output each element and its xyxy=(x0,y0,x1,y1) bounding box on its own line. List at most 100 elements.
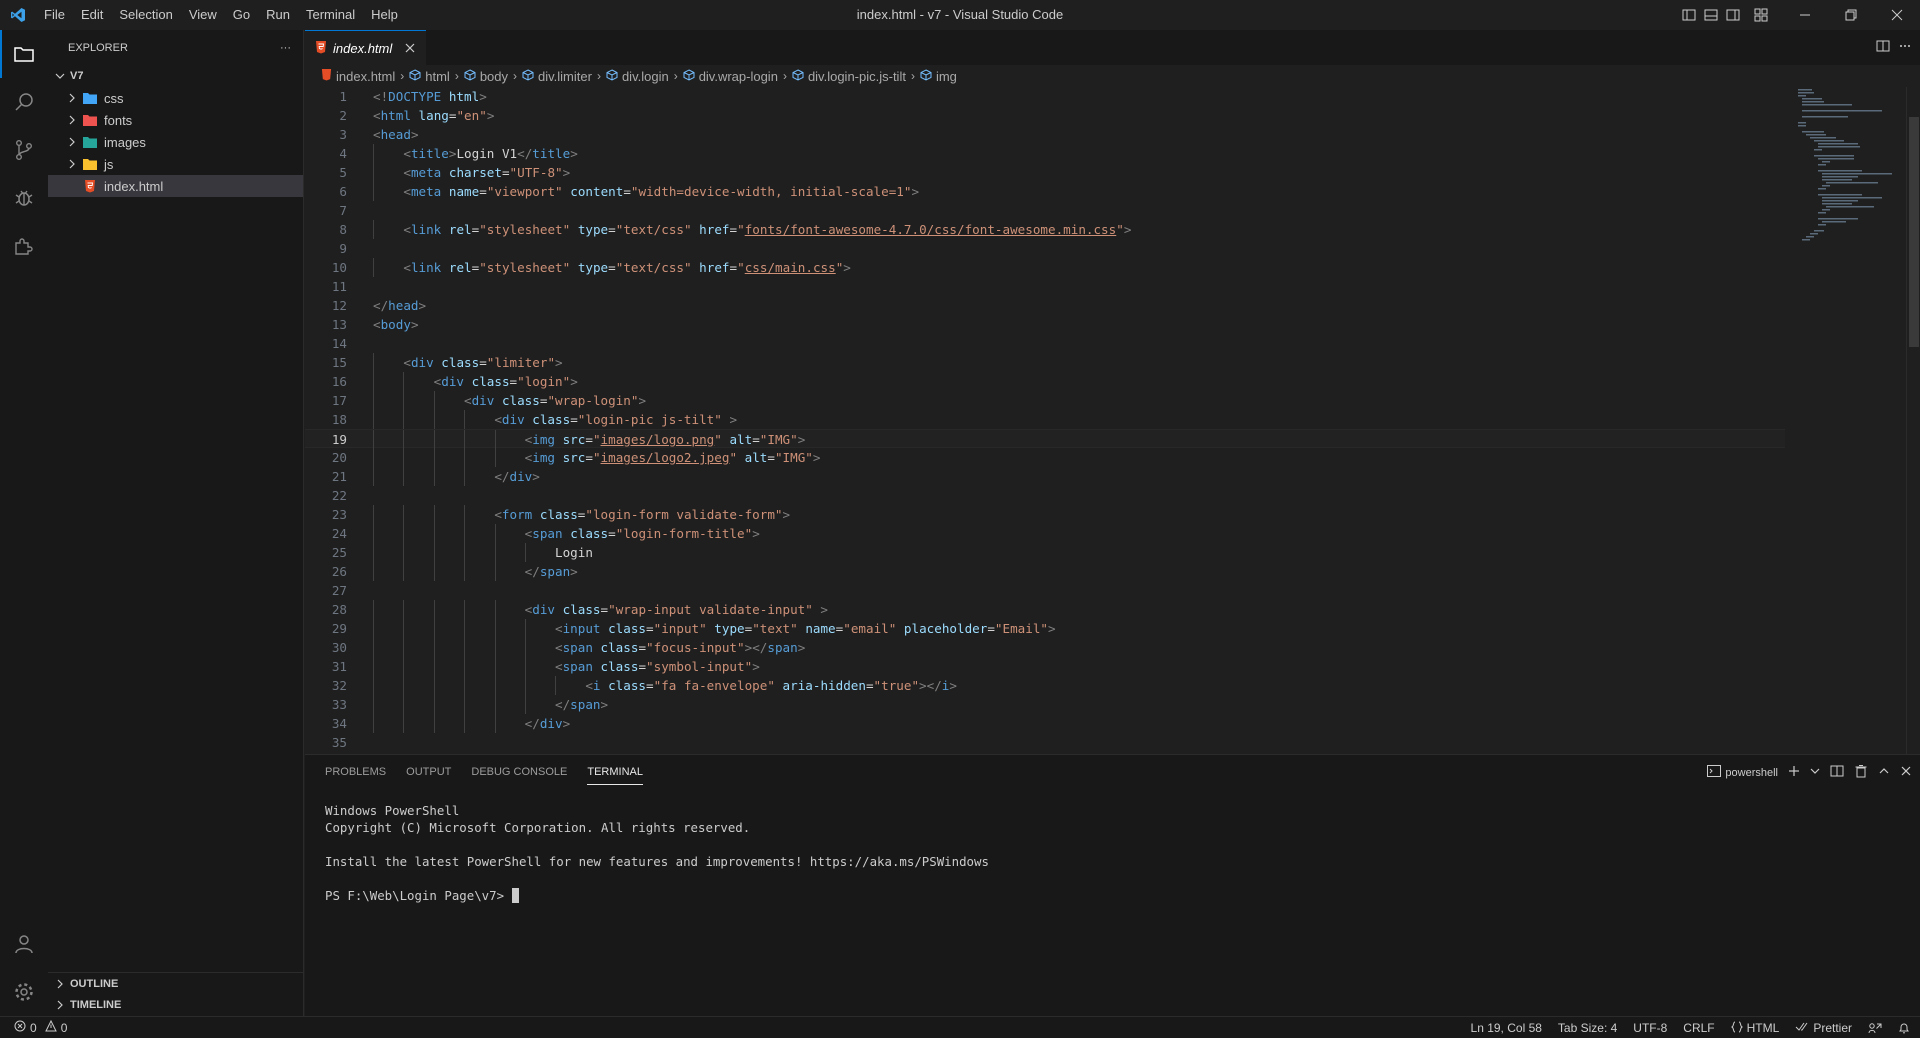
tree-item-fonts[interactable]: fonts xyxy=(48,109,303,131)
code-line[interactable]: 2 <html lang="en"> xyxy=(305,106,1785,125)
code-line[interactable]: 31 <span class="symbol-input"> xyxy=(305,657,1785,676)
settings-gear-icon[interactable] xyxy=(0,968,48,1016)
code-line[interactable]: 8 <link rel="stylesheet" type="text/css"… xyxy=(305,220,1785,239)
code-line[interactable]: 16 <div class="login"> xyxy=(305,372,1785,391)
tab-index-html[interactable]: index.html xyxy=(305,30,427,65)
explorer-icon[interactable] xyxy=(0,30,48,78)
split-editor-icon[interactable] xyxy=(1876,39,1890,56)
editor-scrollbar[interactable] xyxy=(1906,87,1920,754)
terminal-prompt-line[interactable]: PS F:\Web\Login Page\v7> xyxy=(325,887,1900,904)
extensions-icon[interactable] xyxy=(0,222,48,270)
explorer-more-actions[interactable]: ··· xyxy=(280,42,291,54)
code-line[interactable]: 11 xyxy=(305,277,1785,296)
tree-item-images[interactable]: images xyxy=(48,131,303,153)
outline-section[interactable]: OUTLINE xyxy=(48,972,304,994)
customize-layout-icon[interactable] xyxy=(1750,0,1772,30)
code-line[interactable]: 9 xyxy=(305,239,1785,258)
breadcrumb-element[interactable]: body xyxy=(464,69,508,84)
code-line[interactable]: 1 <!DOCTYPE html> xyxy=(305,87,1785,106)
toggle-primary-sidebar-icon[interactable] xyxy=(1678,0,1700,30)
restore-icon[interactable] xyxy=(1828,0,1874,30)
workspace-root[interactable]: V7 xyxy=(48,65,303,87)
code-line[interactable]: 17 <div class="wrap-login"> xyxy=(305,391,1785,410)
code-line[interactable]: 12 </head> xyxy=(305,296,1785,315)
code-line[interactable]: 22 xyxy=(305,486,1785,505)
menu-help[interactable]: Help xyxy=(363,0,406,30)
code-line[interactable]: 7 xyxy=(305,201,1785,220)
toggle-panel-icon[interactable] xyxy=(1700,0,1722,30)
code-line[interactable]: 32 <i class="fa fa-envelope" aria-hidden… xyxy=(305,676,1785,695)
code-line[interactable]: 25 Login xyxy=(305,543,1785,562)
more-actions-icon[interactable] xyxy=(1898,39,1912,56)
run-debug-icon[interactable] xyxy=(0,174,48,222)
scrollbar-thumb[interactable] xyxy=(1909,117,1919,347)
code-line[interactable]: 15 <div class="limiter"> xyxy=(305,353,1785,372)
code-line[interactable]: 30 <span class="focus-input"></span> xyxy=(305,638,1785,657)
code-line[interactable]: 27 xyxy=(305,581,1785,600)
minimap[interactable] xyxy=(1796,87,1906,247)
minimize-icon[interactable] xyxy=(1782,0,1828,30)
file-encoding[interactable]: UTF-8 xyxy=(1633,1021,1667,1035)
menu-selection[interactable]: Selection xyxy=(111,0,180,30)
cursor-position[interactable]: Ln 19, Col 58 xyxy=(1471,1021,1542,1035)
tab-size[interactable]: Tab Size: 4 xyxy=(1558,1021,1617,1035)
language-mode[interactable]: HTML xyxy=(1730,1021,1779,1036)
code-line[interactable]: 10 <link rel="stylesheet" type="text/css… xyxy=(305,258,1785,277)
timeline-section[interactable]: TIMELINE xyxy=(48,994,304,1016)
close-icon[interactable] xyxy=(404,42,416,54)
code-editor[interactable]: 1 <!DOCTYPE html> 2 <html lang="en"> 3 <head>… xyxy=(305,87,1785,754)
code-line[interactable]: 14 xyxy=(305,334,1785,353)
code-line[interactable]: 13 <body> xyxy=(305,315,1785,334)
breadcrumb-element[interactable]: div.login xyxy=(606,69,669,84)
code-line[interactable]: 29 <input class="input" type="text" name… xyxy=(305,619,1785,638)
code-line[interactable]: 3 <head> xyxy=(305,125,1785,144)
terminal-selector[interactable]: powershell xyxy=(1707,765,1778,780)
tab-debug-console[interactable]: DEBUG CONSOLE xyxy=(461,755,577,790)
code-line[interactable]: 21 </div> xyxy=(305,467,1785,486)
prettier-status[interactable]: Prettier xyxy=(1795,1021,1852,1036)
code-line[interactable]: 33 </span> xyxy=(305,695,1785,714)
chevron-down-icon[interactable] xyxy=(1810,766,1820,779)
menu-terminal[interactable]: Terminal xyxy=(298,0,363,30)
code-line[interactable]: 20 <img src="images/logo2.jpeg" alt="IMG… xyxy=(305,448,1785,467)
tree-item-css[interactable]: css xyxy=(48,87,303,109)
end-of-line[interactable]: CRLF xyxy=(1683,1021,1714,1035)
code-line[interactable]: 34 </div> xyxy=(305,714,1785,733)
close-window-icon[interactable] xyxy=(1874,0,1920,30)
breadcrumb-element[interactable]: img xyxy=(920,69,957,84)
new-terminal-plus-icon[interactable] xyxy=(1788,765,1800,780)
search-icon[interactable] xyxy=(0,78,48,126)
toggle-secondary-sidebar-icon[interactable] xyxy=(1722,0,1744,30)
code-line[interactable]: 6 <meta name="viewport" content="width=d… xyxy=(305,182,1785,201)
breadcrumb-element[interactable]: div.login-pic.js-tilt xyxy=(792,69,906,84)
code-line[interactable]: 5 <meta charset="UTF-8"> xyxy=(305,163,1785,182)
code-line[interactable]: 23 <form class="login-form validate-form… xyxy=(305,505,1785,524)
code-line[interactable]: 19 <img src="images/logo.png" alt="IMG"> xyxy=(305,429,1785,449)
bell-icon[interactable] xyxy=(1898,1022,1910,1034)
breadcrumb-file[interactable]: index.html xyxy=(321,68,395,84)
tab-output[interactable]: OUTPUT xyxy=(396,755,461,790)
code-line[interactable]: 24 <span class="login-form-title"> xyxy=(305,524,1785,543)
live-share-icon[interactable] xyxy=(1868,1022,1882,1034)
close-panel-icon[interactable] xyxy=(1900,765,1912,780)
maximize-panel-icon[interactable] xyxy=(1878,765,1890,780)
tab-problems[interactable]: PROBLEMS xyxy=(315,755,396,790)
accounts-icon[interactable] xyxy=(0,920,48,968)
tab-terminal[interactable]: TERMINAL xyxy=(577,755,653,790)
split-terminal-icon[interactable] xyxy=(1830,764,1844,781)
source-control-icon[interactable] xyxy=(0,126,48,174)
breadcrumb-element[interactable]: div.limiter xyxy=(522,69,592,84)
tree-item-index-html[interactable]: index.html xyxy=(48,175,303,197)
code-line[interactable]: 28 <div class="wrap-input validate-input… xyxy=(305,600,1785,619)
code-line[interactable]: 4 <title>Login V1</title> xyxy=(305,144,1785,163)
menu-view[interactable]: View xyxy=(181,0,225,30)
code-line[interactable]: 26 </span> xyxy=(305,562,1785,581)
menu-file[interactable]: File xyxy=(36,0,73,30)
code-line[interactable]: 35 xyxy=(305,733,1785,752)
terminal-output[interactable]: Windows PowerShell Copyright (C) Microso… xyxy=(305,790,1920,916)
trash-icon[interactable] xyxy=(1854,764,1868,781)
menu-edit[interactable]: Edit xyxy=(73,0,111,30)
code-line[interactable]: 18 <div class="login-pic js-tilt" > xyxy=(305,410,1785,429)
menu-run[interactable]: Run xyxy=(258,0,298,30)
breadcrumb-element[interactable]: html xyxy=(409,69,450,84)
